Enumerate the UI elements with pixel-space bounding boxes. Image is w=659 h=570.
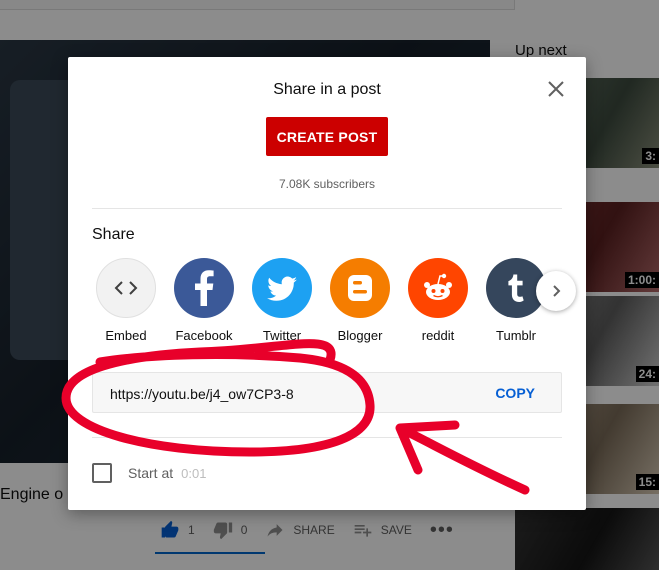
share-heading: Share xyxy=(92,226,135,243)
share-target-blogger[interactable]: Blogger xyxy=(330,258,390,343)
next-share-targets-button[interactable] xyxy=(536,271,576,311)
blogger-icon xyxy=(330,258,390,318)
share-target-label: Tumblr xyxy=(496,328,536,343)
share-target-label: Facebook xyxy=(175,328,233,343)
share-target-tumblr[interactable]: Tumblr xyxy=(486,258,546,343)
embed-icon xyxy=(96,258,156,318)
share-target-embed[interactable]: Embed xyxy=(96,258,156,343)
divider xyxy=(92,208,562,209)
share-target-label: reddit xyxy=(421,328,455,343)
twitter-icon xyxy=(252,258,312,318)
close-button[interactable] xyxy=(544,77,568,101)
start-at-row: Start at 0:01 xyxy=(92,463,206,483)
share-dialog: Share in a post CREATE POST 7.08K subscr… xyxy=(68,57,586,510)
share-link-field[interactable]: https://youtu.be/j4_ow7CP3-8 COPY xyxy=(92,372,562,413)
share-link-text[interactable]: https://youtu.be/j4_ow7CP3-8 xyxy=(110,386,294,402)
chevron-right-icon xyxy=(553,285,561,297)
divider xyxy=(92,437,562,438)
close-icon xyxy=(548,81,564,97)
share-target-label: Twitter xyxy=(262,328,302,343)
start-at-label: Start at xyxy=(128,465,174,481)
share-target-twitter[interactable]: Twitter xyxy=(252,258,312,343)
facebook-icon xyxy=(174,258,234,318)
reddit-icon xyxy=(408,258,468,318)
share-target-label: Embed xyxy=(105,328,147,343)
subscriber-count: 7.08K subscribers xyxy=(278,177,376,191)
start-at-checkbox[interactable] xyxy=(92,463,112,483)
copy-link-button[interactable]: COPY xyxy=(495,385,535,401)
share-target-label: Blogger xyxy=(337,328,383,343)
share-target-facebook[interactable]: Facebook xyxy=(174,258,234,343)
create-post-button[interactable]: CREATE POST xyxy=(266,117,388,156)
share-targets: Embed Facebook Twitter Blogger reddit Tu… xyxy=(96,258,546,343)
dialog-title: Share in a post xyxy=(273,81,381,98)
share-target-reddit[interactable]: reddit xyxy=(408,258,468,343)
start-at-time-input[interactable]: 0:01 xyxy=(181,466,206,481)
